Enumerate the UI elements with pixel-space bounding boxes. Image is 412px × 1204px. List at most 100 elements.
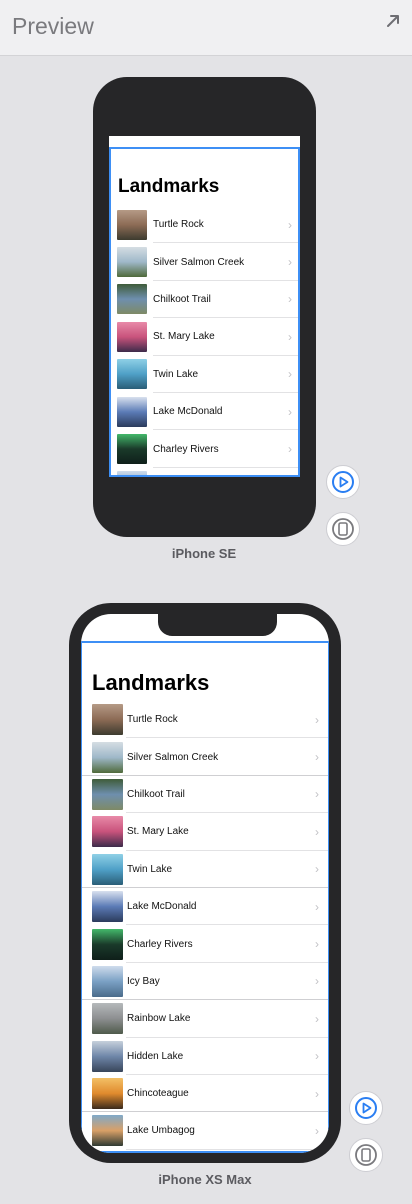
landmark-thumbnail [117, 247, 147, 278]
landmark-thumbnail [92, 778, 123, 810]
list-item[interactable]: Twin Lake › [81, 851, 329, 889]
chevron-right-icon: › [315, 1049, 319, 1064]
landmark-name: Silver Salmon Creek [127, 751, 219, 763]
landmark-thumbnail [92, 928, 123, 960]
landmark-thumbnail [117, 359, 147, 390]
chevron-right-icon: › [288, 367, 292, 382]
landmark-name: St. Mary Lake [153, 331, 215, 343]
landmark-name: St. Mary Lake [127, 826, 189, 838]
device-preview-icon [355, 1144, 377, 1166]
landmark-name: Rainbow Lake [127, 1013, 191, 1025]
landmark-thumbnail [92, 853, 123, 885]
chevron-right-icon: › [288, 217, 292, 232]
device-preview-button[interactable] [349, 1138, 383, 1172]
list-item[interactable]: St. Mary Lake › [109, 318, 300, 356]
landmark-name: Chilkoot Trail [127, 788, 185, 800]
landmark-name: Silver Salmon Creek [153, 256, 245, 268]
list-item[interactable]: Icy Bay › [81, 963, 329, 1001]
landmark-name: Charley Rivers [127, 938, 193, 950]
iphone-xs-max-frame: Landmarks Turtle Rock › Silver Salmon Cree… [69, 603, 341, 1163]
chevron-right-icon: › [315, 750, 319, 765]
iphone-se-screen: Landmarks Turtle Rock › Silver Salmon Cree… [109, 136, 300, 477]
chevron-right-icon: › [315, 712, 319, 727]
live-preview-play-icon [332, 471, 354, 493]
list-item[interactable]: Charley Rivers › [109, 430, 300, 469]
landmark-thumbnail [92, 704, 123, 736]
landmark-name: Turtle Rock [127, 714, 178, 726]
list-item[interactable]: Rainbow Lake › [81, 1000, 329, 1038]
landmark-name: Lake Umbagog [127, 1125, 195, 1137]
list-item[interactable]: Silver Salmon Creek › [81, 738, 329, 777]
preview-header: Preview [0, 0, 412, 56]
landmark-thumbnail [92, 1115, 123, 1147]
list-item[interactable]: Lake Umbagog › [81, 1112, 329, 1151]
list-item[interactable]: Hidden Lake › [81, 1038, 329, 1076]
landmark-thumbnail [117, 284, 147, 315]
chevron-right-icon: › [315, 824, 319, 839]
landmark-name: Chincoteague [127, 1088, 189, 1100]
list-item[interactable]: Charley Rivers › [81, 925, 329, 964]
list-item[interactable]: St. Mary Lake › [81, 813, 329, 851]
chevron-right-icon: › [315, 787, 319, 802]
list-item[interactable]: Chilkoot Trail › [81, 776, 329, 814]
chevron-right-icon: › [288, 292, 292, 307]
landmark-thumbnail [117, 321, 147, 352]
iphone-xs-max-screen: Landmarks Turtle Rock › Silver Salmon Cree… [81, 614, 329, 1153]
landmark-list: Turtle Rock › Silver Salmon Creek › Chilkoot… [109, 206, 300, 477]
landmark-thumbnail [117, 396, 147, 427]
landmark-thumbnail [92, 1003, 123, 1035]
list-item[interactable]: Lake McDonald › [81, 888, 329, 926]
landmark-thumbnail [92, 1040, 123, 1072]
landmark-name: Charley Rivers [153, 443, 219, 455]
nav-title: Landmarks [118, 176, 220, 197]
list-item[interactable]: Twin Lake › [109, 356, 300, 394]
device-notch [158, 614, 277, 636]
landmark-list: Turtle Rock › Silver Salmon Creek › Chilkoot… [81, 701, 329, 1151]
list-item[interactable]: Turtle Rock › [81, 701, 329, 739]
nav-title: Landmarks [92, 670, 210, 695]
panel-title: Preview [12, 13, 94, 39]
landmark-name: Lake McDonald [127, 901, 197, 913]
landmark-thumbnail [117, 471, 147, 477]
iphone-se-frame: Landmarks Turtle Rock › Silver Salmon Cree… [93, 77, 316, 537]
landmark-thumbnail [92, 965, 123, 997]
chevron-right-icon: › [288, 442, 292, 457]
chevron-right-icon: › [315, 974, 319, 989]
landmark-thumbnail [92, 891, 123, 923]
chevron-right-icon: › [315, 1011, 319, 1026]
live-preview-play-icon [355, 1097, 377, 1119]
expand-arrow-icon[interactable] [384, 12, 402, 30]
chevron-right-icon: › [315, 899, 319, 914]
landmark-thumbnail [117, 209, 147, 240]
landmark-name: Lake McDonald [153, 406, 223, 418]
landmark-name: Hidden Lake [127, 1050, 184, 1062]
landmark-thumbnail [92, 741, 123, 773]
landmark-name: Icy Bay [127, 975, 160, 987]
chevron-right-icon: › [288, 404, 292, 419]
list-item[interactable]: Icy Bay› [109, 468, 300, 477]
chevron-right-icon: › [315, 1086, 319, 1101]
landmark-name: Turtle Rock [153, 219, 204, 231]
landmark-name: Twin Lake [153, 368, 199, 380]
chevron-right-icon: › [288, 255, 292, 270]
list-item[interactable]: Turtle Rock › [109, 206, 300, 244]
landmark-thumbnail [92, 816, 123, 848]
landmark-thumbnail [117, 434, 147, 465]
landmark-name: Chilkoot Trail [153, 293, 211, 305]
chevron-right-icon: › [288, 329, 292, 344]
device-label-xs: iPhone XS Max [158, 1172, 252, 1187]
list-item[interactable]: Chincoteague › [81, 1075, 329, 1113]
landmark-name: Twin Lake [127, 863, 173, 875]
device-preview-icon [332, 518, 354, 540]
chevron-right-icon: › [315, 862, 319, 877]
list-item[interactable]: Silver Salmon Creek › [109, 243, 300, 282]
chevron-right-icon: › [315, 1123, 319, 1138]
chevron-right-icon: › [315, 937, 319, 952]
list-item[interactable]: Chilkoot Trail › [109, 281, 300, 319]
device-preview-button[interactable] [326, 512, 360, 546]
landmark-thumbnail [92, 1078, 123, 1110]
live-preview-button[interactable] [326, 465, 360, 499]
live-preview-button[interactable] [349, 1091, 383, 1125]
device-label-se: iPhone SE [171, 546, 237, 561]
list-item[interactable]: Lake McDonald › [109, 393, 300, 431]
